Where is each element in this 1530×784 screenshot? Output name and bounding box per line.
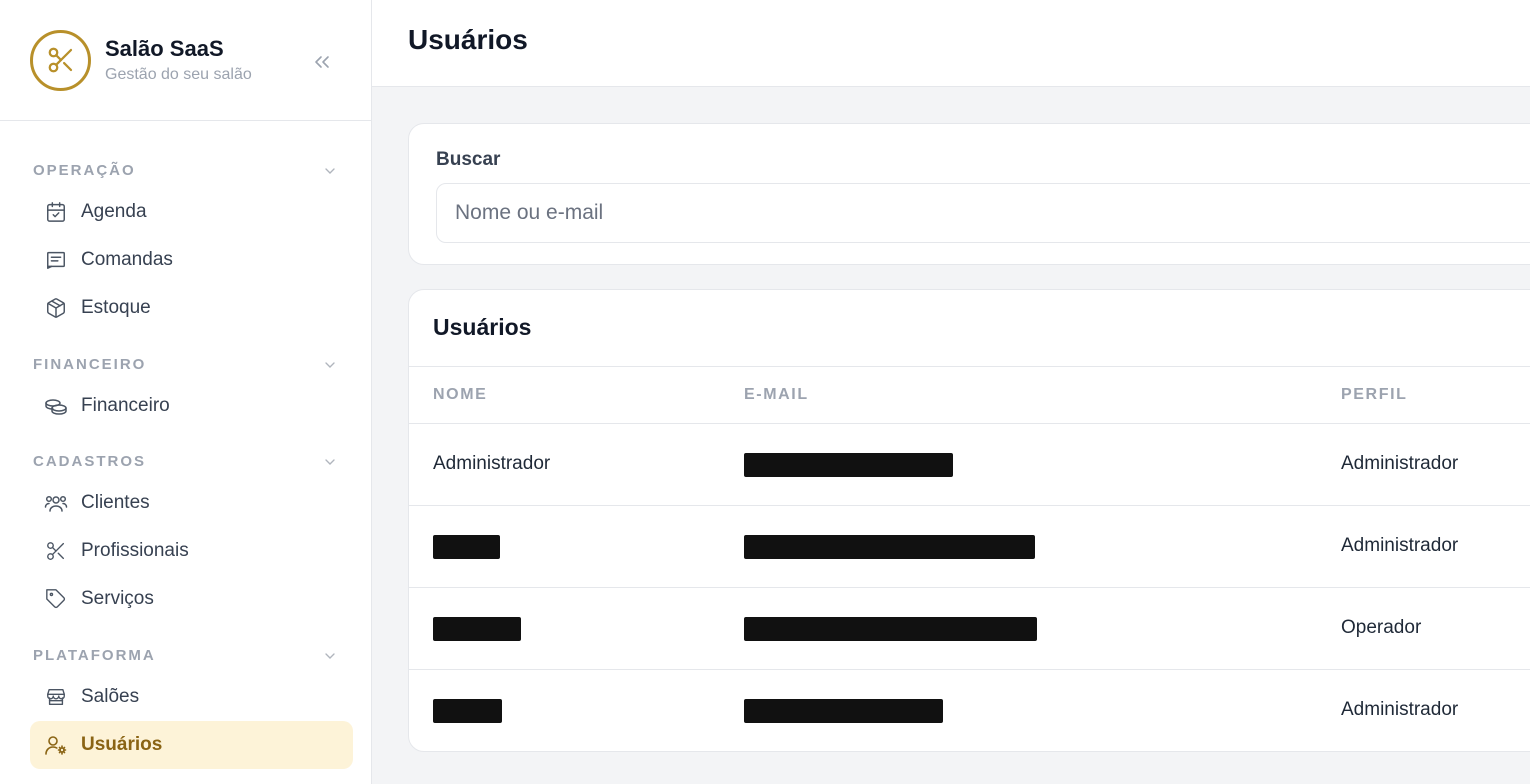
search-label: Buscar [436, 149, 501, 170]
chevron-down-icon [322, 454, 338, 470]
table-row[interactable]: Operador [409, 588, 1530, 670]
sidebar-item-financeiro[interactable]: Financeiro [30, 382, 353, 430]
cell-perfil: Administrador [1341, 453, 1459, 474]
tag-icon [44, 587, 68, 611]
column-header-nome[interactable]: NOME [433, 386, 487, 404]
brand-header: Salão SaaS Gestão do seu salão [0, 0, 371, 121]
section-label: OPERAÇÃO [33, 162, 136, 179]
top-bar: Usuários [372, 0, 1530, 87]
scissors-icon [30, 29, 91, 91]
sidebar-item-profissionais[interactable]: Profissionais [30, 527, 353, 575]
calendar-check-icon [44, 200, 68, 224]
brand-subtitle: Gestão do seu salão [105, 65, 252, 83]
section-cadastros[interactable]: CADASTROS [33, 453, 338, 470]
table-row[interactable]: Administrador [409, 670, 1530, 751]
section-financeiro[interactable]: FINANCEIRO [33, 356, 338, 373]
sidebar-item-label: Serviços [81, 588, 154, 609]
sidebar-item-label: Financeiro [81, 395, 170, 416]
table-title: Usuários [433, 314, 532, 340]
redacted-email [744, 535, 1035, 559]
section-plataforma[interactable]: PLATAFORMA [33, 647, 338, 664]
sidebar-item-servicos[interactable]: Serviços [30, 575, 353, 623]
sidebar-item-label: Agenda [81, 201, 147, 222]
sidebar-item-clientes[interactable]: Clientes [30, 479, 353, 527]
section-label: FINANCEIRO [33, 356, 147, 373]
section-label: CADASTROS [33, 453, 147, 470]
sidebar: Salão SaaS Gestão do seu salão OPERAÇÃO … [0, 0, 372, 784]
cell-nome: Administrador [433, 453, 551, 474]
cell-perfil: Operador [1341, 617, 1422, 638]
receipt-icon [44, 248, 68, 272]
page-title: Usuários [408, 24, 528, 55]
redacted-nome [433, 617, 521, 641]
sidebar-item-label: Salões [81, 686, 140, 707]
sidebar-item-agenda[interactable]: Agenda [30, 188, 353, 236]
sidebar-item-label: Comandas [81, 249, 173, 270]
users-icon [44, 491, 68, 515]
sidebar-item-label: Usuários [81, 734, 163, 755]
column-header-perfil[interactable]: PERFIL [1341, 386, 1408, 404]
search-input[interactable] [436, 183, 1530, 243]
section-label: PLATAFORMA [33, 647, 156, 664]
sidebar-item-usuarios[interactable]: Usuários [30, 721, 353, 769]
sidebar-item-label: Estoque [81, 297, 151, 318]
sidebar-item-label: Profissionais [81, 540, 189, 561]
cell-perfil: Administrador [1341, 699, 1459, 720]
cell-perfil: Administrador [1341, 535, 1459, 556]
chevron-down-icon [322, 648, 338, 664]
sidebar-item-label: Clientes [81, 492, 150, 513]
scissors-icon [44, 539, 68, 563]
column-header-email[interactable]: E-MAIL [744, 386, 809, 404]
table-row[interactable]: Administrador Administrador [409, 424, 1530, 506]
coins-icon [44, 394, 68, 418]
redacted-email [744, 617, 1037, 641]
redacted-email [744, 699, 943, 723]
table-row[interactable]: Administrador [409, 506, 1530, 588]
brand-title: Salão SaaS [105, 35, 224, 61]
search-card: Buscar [408, 123, 1530, 265]
sidebar-item-comandas[interactable]: Comandas [30, 236, 353, 284]
sidebar-item-saloes[interactable]: Salões [30, 673, 353, 721]
chevron-down-icon [322, 357, 338, 373]
collapse-sidebar-button[interactable] [308, 48, 336, 76]
chevron-down-icon [322, 163, 338, 179]
redacted-nome [433, 699, 502, 723]
chevrons-left-icon [310, 50, 334, 74]
box-icon [44, 296, 68, 320]
user-cog-icon [44, 733, 68, 757]
users-table-card: Usuários NOME E-MAIL PERFIL Administrado… [408, 289, 1530, 752]
store-icon [44, 685, 68, 709]
redacted-email [744, 453, 953, 477]
redacted-nome [433, 535, 500, 559]
sidebar-item-estoque[interactable]: Estoque [30, 284, 353, 332]
section-operacao[interactable]: OPERAÇÃO [33, 162, 338, 179]
table-header: NOME E-MAIL PERFIL [409, 366, 1530, 424]
